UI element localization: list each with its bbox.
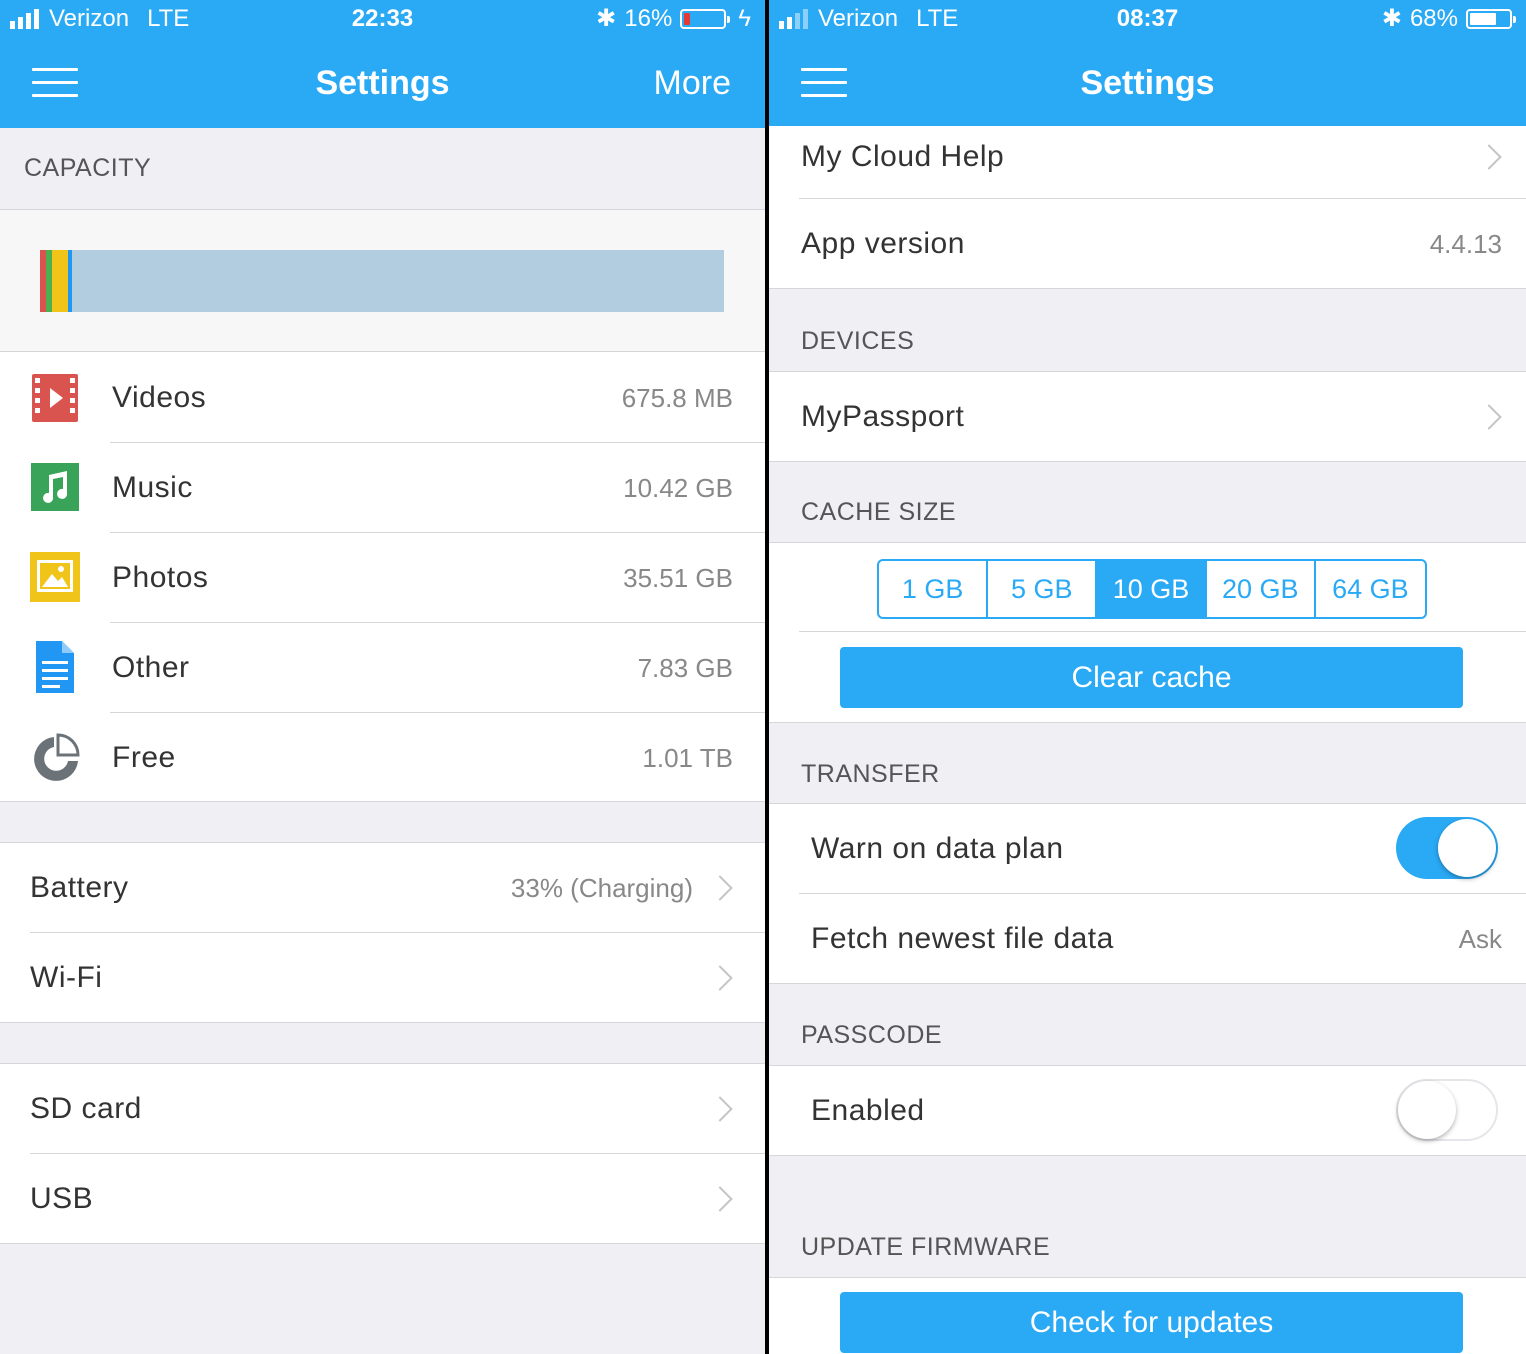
status-bar-right: ✱ 16% ϟ — [596, 4, 751, 34]
left-screen: Verizon LTE 22:33 ✱ 16% ϟ Settings More … — [0, 0, 765, 1354]
capacity-bar — [40, 250, 724, 312]
other-label: Other — [112, 651, 190, 684]
warn-data-plan-toggle[interactable] — [1396, 817, 1498, 879]
fetch-file-data-row[interactable]: Fetch newest file data Ask — [769, 894, 1526, 984]
passcode-enabled-row: Enabled — [769, 1066, 1526, 1156]
top-bar: Verizon LTE 08:37 ✱ 68% Settings — [769, 0, 1526, 128]
fetch-file-data-label: Fetch newest file data — [811, 922, 1114, 955]
music-size: 10.42 GB — [623, 473, 733, 503]
about-group: My Cloud Help App version 4.4.13 — [769, 126, 1526, 289]
capacity-bar-group — [0, 209, 765, 352]
chevron-right-icon — [707, 1186, 733, 1212]
more-button[interactable]: More — [654, 60, 731, 106]
cache-option-64gb[interactable]: 64 GB — [1316, 561, 1425, 617]
cache-size-header: CACHE SIZE — [801, 498, 957, 526]
video-icon — [32, 374, 78, 422]
firmware-group: Check for updates — [769, 1277, 1526, 1354]
list-item-photos: Photos 35.51 GB — [0, 533, 765, 623]
capacity-header: CAPACITY — [24, 154, 152, 182]
videos-label: Videos — [112, 381, 207, 414]
usage-segment-photos — [52, 250, 68, 312]
videos-size: 675.8 MB — [621, 383, 733, 413]
chevron-right-icon — [707, 1096, 733, 1122]
cache-option-5gb[interactable]: 5 GB — [988, 561, 1098, 617]
page-title: Settings — [315, 64, 450, 102]
charging-icon: ϟ — [738, 5, 751, 32]
device-label: MyPassport — [801, 400, 965, 433]
sd-card-row[interactable]: SD card — [0, 1064, 765, 1154]
chevron-right-icon — [707, 875, 733, 901]
wifi-label: Wi-Fi — [30, 961, 103, 994]
list-item-music: Music 10.42 GB — [0, 443, 765, 533]
warn-data-plan-label: Warn on data plan — [811, 832, 1064, 865]
battery-icon — [1466, 9, 1516, 29]
music-icon — [31, 463, 79, 511]
pie-chart-icon — [30, 733, 82, 785]
app-version-row: App version 4.4.13 — [769, 199, 1526, 289]
cache-option-20gb[interactable]: 20 GB — [1207, 561, 1316, 617]
cache-group: 1 GB 5 GB 10 GB 20 GB 64 GB Clear cache — [769, 542, 1526, 723]
device-group: Battery 33% (Charging) Wi-Fi — [0, 842, 765, 1023]
list-item-free: Free 1.01 TB — [0, 713, 765, 803]
bluetooth-icon: ✱ — [1381, 5, 1402, 32]
bluetooth-icon: ✱ — [596, 5, 617, 32]
fetch-file-data-value: Ask — [1458, 924, 1502, 954]
battery-row[interactable]: Battery 33% (Charging) — [0, 843, 765, 933]
app-version-label: App version — [801, 227, 965, 260]
list-item-videos: Videos 675.8 MB — [0, 353, 765, 443]
warn-data-plan-row: Warn on data plan — [769, 804, 1526, 894]
music-label: Music — [112, 471, 193, 504]
wifi-row[interactable]: Wi-Fi — [0, 933, 765, 1023]
chevron-right-icon — [1476, 144, 1502, 170]
capacity-list: Videos 675.8 MB Music 10.42 GB Photos 35… — [0, 351, 765, 802]
free-size: 1.01 TB — [642, 743, 733, 773]
battery-label: Battery — [30, 871, 129, 904]
photos-size: 35.51 GB — [623, 563, 733, 593]
usage-segment-other — [68, 250, 72, 312]
app-version-value: 4.4.13 — [1429, 229, 1502, 259]
battery-icon — [680, 9, 731, 29]
transfer-header: TRANSFER — [801, 760, 940, 788]
other-size: 7.83 GB — [637, 653, 733, 683]
free-label: Free — [112, 741, 176, 774]
passcode-enabled-toggle[interactable] — [1396, 1079, 1498, 1141]
help-label: My Cloud Help — [801, 140, 1005, 173]
usb-label: USB — [30, 1182, 94, 1215]
transfer-group: Warn on data plan Fetch newest file data… — [769, 803, 1526, 984]
cache-size-selector: 1 GB 5 GB 10 GB 20 GB 64 GB — [877, 559, 1427, 619]
cache-option-10gb[interactable]: 10 GB — [1097, 561, 1207, 617]
list-item-other: Other 7.83 GB — [0, 623, 765, 713]
storage-group: SD card USB — [0, 1063, 765, 1244]
battery-percent: 68% — [1409, 5, 1458, 32]
top-bar: Verizon LTE 22:33 ✱ 16% ϟ Settings More — [0, 0, 765, 128]
check-for-updates-button[interactable]: Check for updates — [840, 1292, 1463, 1353]
passcode-group: Enabled — [769, 1065, 1526, 1156]
cache-option-1gb[interactable]: 1 GB — [879, 561, 989, 617]
document-icon — [36, 641, 74, 693]
mypassport-row[interactable]: MyPassport — [769, 372, 1526, 462]
devices-header: DEVICES — [801, 327, 915, 355]
chevron-right-icon — [1476, 404, 1502, 430]
photos-label: Photos — [112, 561, 209, 594]
clear-cache-button[interactable]: Clear cache — [840, 647, 1463, 708]
usb-row[interactable]: USB — [0, 1154, 765, 1244]
sd-card-label: SD card — [30, 1092, 142, 1125]
passcode-enabled-label: Enabled — [811, 1094, 925, 1127]
photo-icon — [30, 552, 80, 602]
page-title: Settings — [1080, 64, 1215, 102]
update-firmware-header: UPDATE FIRMWARE — [801, 1233, 1051, 1261]
passcode-header: PASSCODE — [801, 1021, 943, 1049]
battery-value: 33% (Charging) — [510, 873, 693, 903]
status-bar-right: ✱ 68% — [1381, 4, 1516, 34]
devices-group: MyPassport — [769, 371, 1526, 462]
right-screen: Verizon LTE 08:37 ✱ 68% Settings My Clou… — [769, 0, 1526, 1354]
help-row[interactable]: My Cloud Help — [769, 112, 1526, 202]
chevron-right-icon — [707, 965, 733, 991]
battery-percent: 16% — [624, 5, 673, 32]
